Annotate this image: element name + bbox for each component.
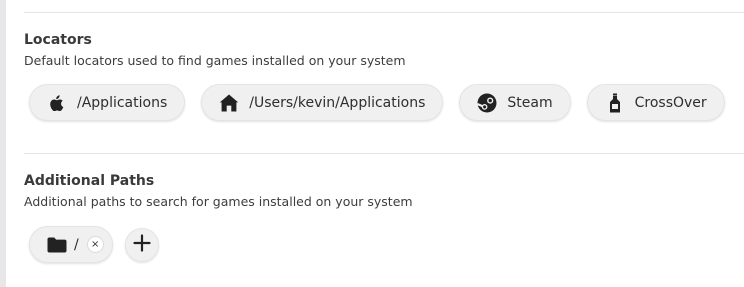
apple-icon <box>46 92 68 114</box>
home-icon <box>218 92 240 114</box>
locator-chip-crossover[interactable]: CrossOver <box>586 84 725 121</box>
locators-chip-row: /Applications /Users/kevin/Applications <box>29 84 725 121</box>
section-divider <box>24 153 744 154</box>
steam-icon <box>476 92 498 114</box>
locator-chip-steam[interactable]: Steam <box>459 84 571 121</box>
folder-icon <box>46 234 68 256</box>
path-label: / <box>74 236 79 253</box>
settings-panel: Locators Default locators used to find g… <box>0 0 744 287</box>
locator-label: /Users/kevin/Applications <box>249 94 426 111</box>
additional-paths-title: Additional Paths <box>24 173 155 189</box>
locator-chip-applications[interactable]: /Applications <box>29 84 186 121</box>
additional-paths-subtitle: Additional paths to search for games ins… <box>24 194 413 209</box>
locator-chip-user-applications[interactable]: /Users/kevin/Applications <box>201 84 444 121</box>
locators-section: Locators Default locators used to find g… <box>24 32 744 121</box>
remove-path-button[interactable]: × <box>86 236 104 253</box>
left-rail <box>0 0 6 287</box>
path-chip-root[interactable]: / × <box>29 226 113 263</box>
bottle-icon <box>604 92 626 114</box>
locator-label: CrossOver <box>634 94 707 111</box>
locator-label: Steam <box>507 94 553 111</box>
locators-title: Locators <box>24 32 92 48</box>
locators-subtitle: Default locators used to find games inst… <box>24 53 406 68</box>
plus-icon <box>133 233 151 256</box>
locator-label: /Applications <box>77 94 168 111</box>
additional-paths-section: Additional Paths Additional paths to sea… <box>24 173 744 263</box>
top-divider <box>24 12 744 13</box>
paths-chip-row: / × <box>29 226 159 263</box>
add-path-button[interactable] <box>124 227 159 262</box>
